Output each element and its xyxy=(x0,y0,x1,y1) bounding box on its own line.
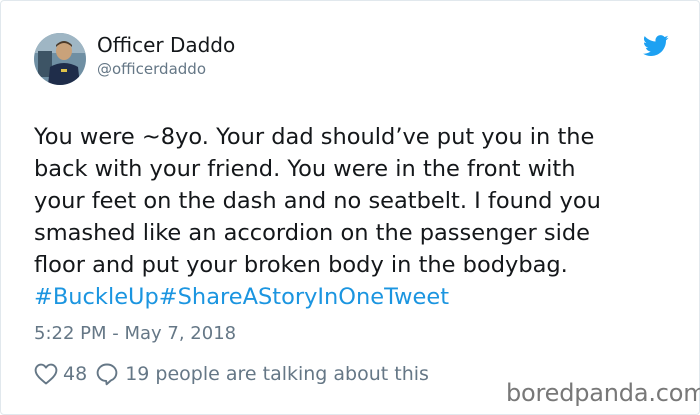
speech-bubble-icon[interactable] xyxy=(95,362,119,386)
tweet-card: Officer Daddo @officerdaddo You were ~8y… xyxy=(0,0,700,415)
twitter-bird-icon[interactable] xyxy=(643,35,669,57)
author-handle[interactable]: @officerdaddo xyxy=(97,60,206,78)
conversation-count[interactable]: 19 people are talking about this xyxy=(125,363,429,385)
hashtag-row: #BuckleUp#ShareAStoryInOneTweet xyxy=(34,281,674,313)
tweet-line: your feet on the dash and no seatbelt. I… xyxy=(34,188,601,214)
tweet-line: smashed like an accordion on the passeng… xyxy=(34,220,590,246)
heart-icon[interactable] xyxy=(34,363,58,385)
tweet-text: You were ~8yo. Your dad should’ve put yo… xyxy=(34,121,674,313)
hashtag-shareastoryinonetweet[interactable]: #ShareAStoryInOneTweet xyxy=(159,284,449,310)
watermark: boredpanda.com xyxy=(506,379,700,407)
author-display-name[interactable]: Officer Daddo xyxy=(97,33,235,57)
tweet-line: floor and put your broken body in the bo… xyxy=(34,252,568,278)
hashtag-buckleup[interactable]: #BuckleUp xyxy=(34,284,159,310)
tweet-line: back with your friend. You were in the f… xyxy=(34,156,576,182)
avatar-image xyxy=(34,33,86,85)
tweet-timestamp[interactable]: 5:22 PM - May 7, 2018 xyxy=(34,323,236,344)
avatar[interactable] xyxy=(34,33,86,85)
tweet-line: You were ~8yo. Your dad should’ve put yo… xyxy=(34,124,595,150)
engagement-bar: 48 19 people are talking about this xyxy=(34,360,429,388)
like-count[interactable]: 48 xyxy=(63,363,87,385)
